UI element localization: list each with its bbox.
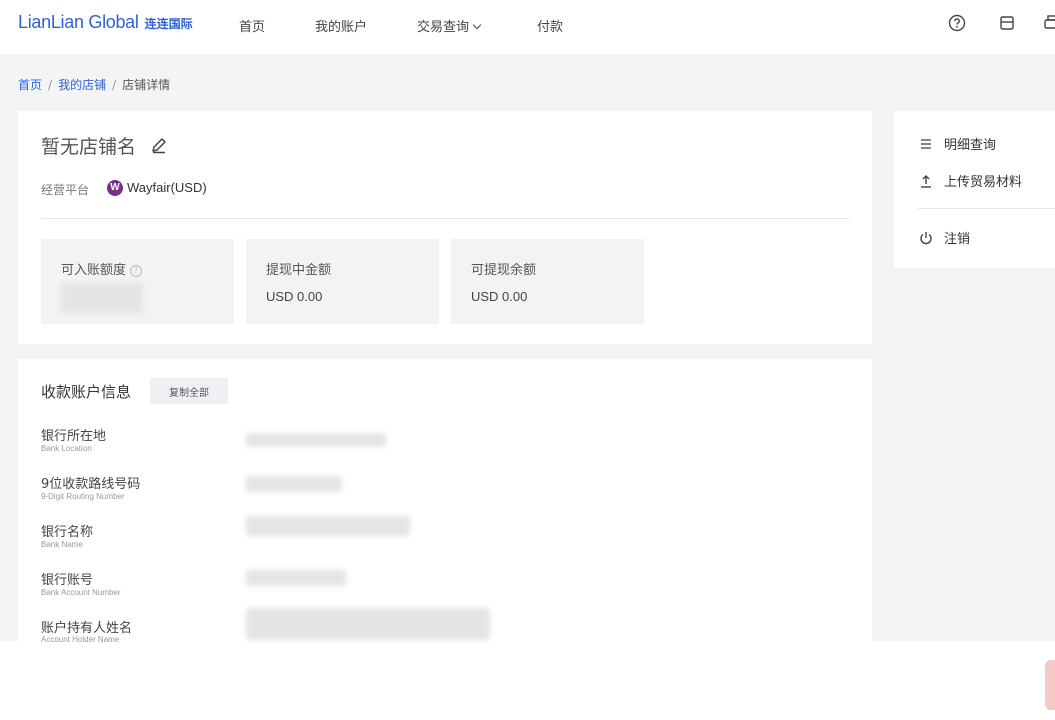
print-icon[interactable] (1042, 13, 1055, 33)
field-label-bank-location: 银行所在地 (41, 429, 107, 444)
field-label-routing-number: 9位收款路线号码 (41, 477, 141, 492)
logo[interactable]: LianLian Global 连连国际 (18, 12, 193, 33)
nav-item-transaction-query-label: 交易查询 (417, 20, 470, 35)
wayfair-logo-icon: W (107, 180, 123, 196)
stat-value: USD 0.00 (471, 289, 528, 304)
section-title: 收款账户信息 (41, 383, 132, 401)
list-icon (921, 138, 931, 149)
stat-card-creditable-limit: 可入账额度? (41, 239, 234, 324)
logo-chinese-text: 连连国际 (144, 17, 193, 31)
field-label-account-holder-name: 账户持有人姓名 (41, 621, 133, 636)
side-item-label: 注销 (944, 232, 971, 247)
edit-pencil-icon[interactable] (150, 136, 168, 154)
side-item-cancel-account[interactable]: 注销 (918, 228, 970, 247)
field-sub-bank-location: Bank Location (41, 444, 92, 453)
copy-all-button[interactable]: 复制全部 (150, 378, 228, 404)
field-sub-routing-number: 9-Digit Routing Number (41, 492, 125, 501)
redacted-value (246, 476, 342, 492)
side-item-label: 上传贸易材料 (944, 175, 1023, 190)
field-sub-bank-name: Bank Name (41, 540, 83, 549)
stat-value: USD 0.00 (266, 289, 323, 304)
nav-item-transaction-query[interactable]: 交易查询 (417, 16, 482, 35)
help-circle-icon[interactable] (947, 13, 967, 33)
redacted-value (246, 433, 386, 447)
breadcrumb-my-store[interactable]: 我的店铺 (58, 78, 106, 92)
logo-text: LianLian Global (18, 12, 139, 32)
calendar-icon[interactable] (997, 13, 1017, 33)
redacted-value (246, 570, 346, 586)
top-navigation-bar: LianLian Global 连连国际 首页 我的账户 交易查询 付款 (0, 0, 1055, 54)
breadcrumb-separator: / (48, 78, 53, 92)
breadcrumb-home[interactable]: 首页 (18, 78, 42, 92)
field-label-bank-account-number: 银行账号 (41, 573, 94, 588)
divider (41, 218, 850, 219)
store-name: 暂无店铺名 (41, 136, 137, 158)
side-item-label: 明细查询 (944, 138, 997, 153)
breadcrumb-separator: / (112, 78, 117, 92)
stat-card-withdrawing-amount: 提现中金额 USD 0.00 (246, 239, 439, 324)
upload-icon (921, 174, 931, 188)
breadcrumb: 首页 / 我的店铺 / 店铺详情 (18, 76, 170, 93)
stat-label: 提现中金额 (266, 263, 332, 278)
field-sub-account-holder-name: Account Holder Name (41, 635, 120, 644)
side-item-upload-trade-materials[interactable]: 上传贸易材料 (918, 171, 1022, 190)
field-sub-bank-account-number: Bank Account Number (41, 588, 121, 597)
divider (918, 208, 1055, 209)
redacted-value (246, 608, 490, 640)
floating-widget-tab[interactable] (1045, 660, 1055, 710)
account-info-card (18, 359, 872, 641)
side-item-detail-query[interactable]: 明细查询 (918, 134, 996, 153)
platform-value: Wayfair(USD) (127, 180, 207, 195)
stat-label: 可提现余额 (471, 263, 537, 278)
nav-item-payment[interactable]: 付款 (537, 16, 563, 35)
field-label-bank-name: 银行名称 (41, 525, 94, 540)
platform-label: 经营平台 (41, 183, 90, 197)
stat-card-withdrawable-balance: 可提现余额 USD 0.00 (451, 239, 644, 324)
power-icon (920, 231, 932, 244)
help-icon[interactable]: ? (130, 264, 143, 277)
breadcrumb-store-detail: 店铺详情 (122, 78, 171, 92)
nav-item-my-account[interactable]: 我的账户 (315, 16, 367, 35)
nav-item-home[interactable]: 首页 (239, 16, 265, 35)
stat-label: 可入账额度 (61, 263, 127, 278)
chevron-down-icon (472, 20, 482, 30)
redacted-value (61, 283, 143, 313)
redacted-value (246, 516, 410, 536)
